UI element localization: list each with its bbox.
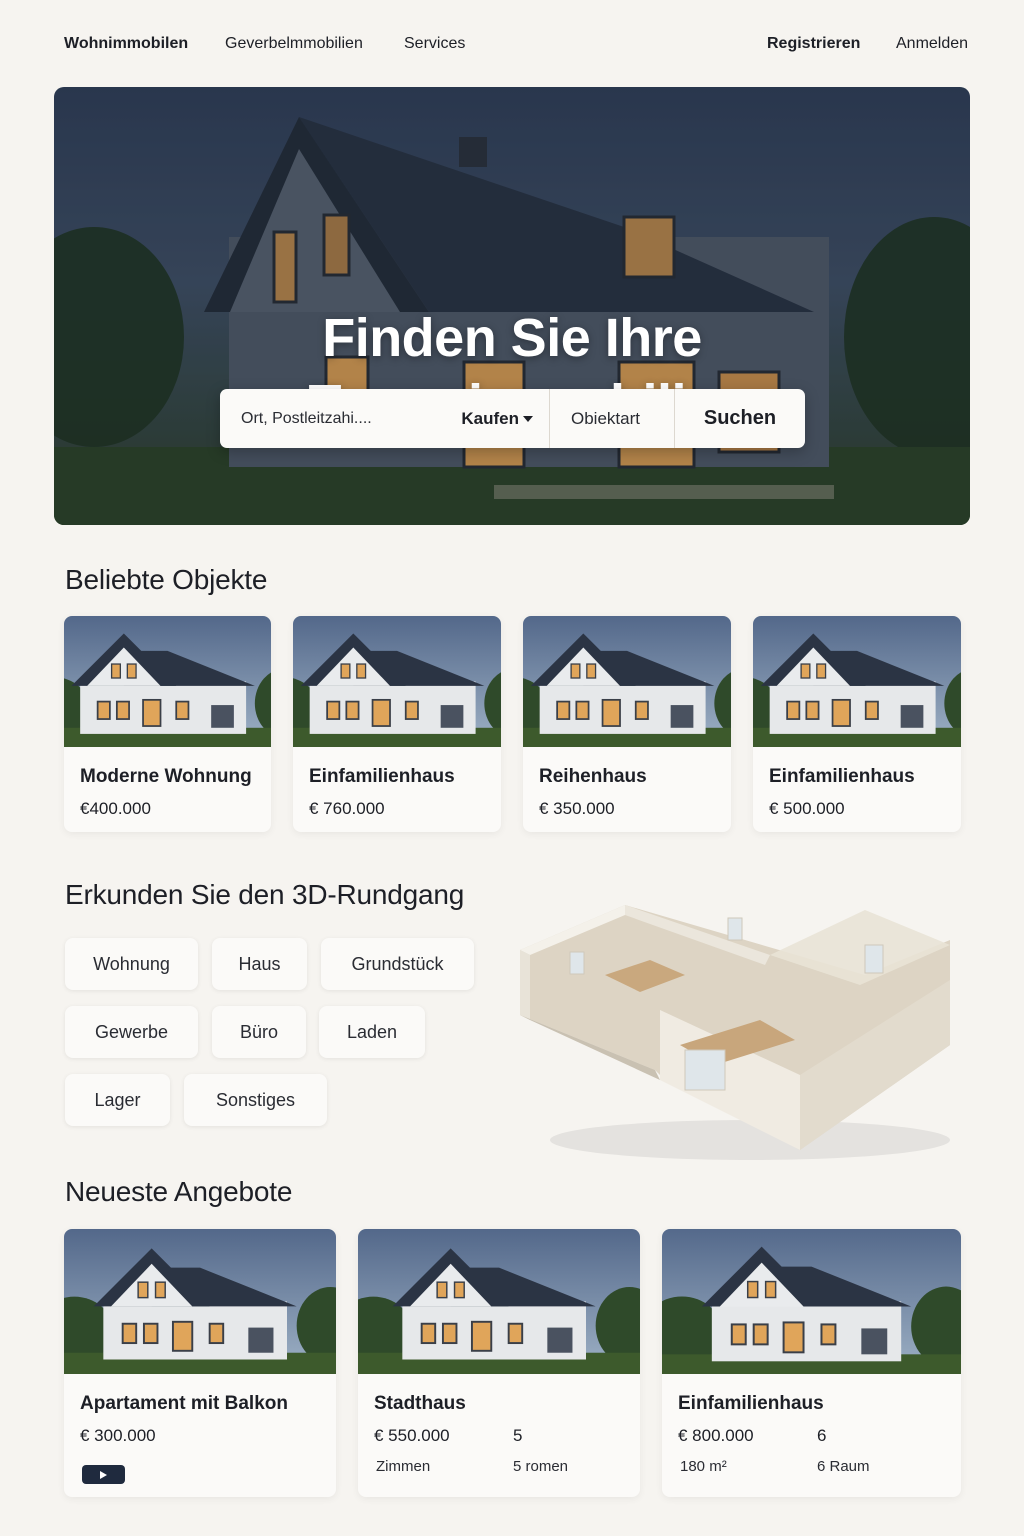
play-icon	[100, 1470, 107, 1479]
location-search-input[interactable]	[220, 389, 440, 448]
nav-link-gewerbeimmobilien[interactable]: Geverbelmmobilien	[225, 35, 363, 53]
property-image	[293, 616, 501, 747]
living-area: 180 m²	[680, 1458, 727, 1475]
chip-lager[interactable]: Lager	[65, 1074, 170, 1126]
listing-card[interactable]: Einfamilienhaus € 800.000 6 180 m² 6 Rau…	[662, 1229, 961, 1497]
property-title: Reihenhaus	[539, 766, 647, 787]
property-title: Einfamilienhaus	[678, 1393, 824, 1414]
room-count: 5	[513, 1426, 523, 1445]
search-bar: Kaufen Obiektart Suchen	[220, 389, 805, 448]
nav-link-services[interactable]: Services	[404, 35, 465, 53]
chip-grundstueck[interactable]: Grundstück	[321, 938, 474, 990]
property-type-select[interactable]: Obiektart	[550, 389, 675, 448]
video-play-button[interactable]	[82, 1465, 125, 1484]
listing-card[interactable]: Stadthaus € 550.000 5 Zimmen 5 romen	[358, 1229, 640, 1497]
property-title: Stadthaus	[374, 1393, 466, 1414]
search-button[interactable]: Suchen	[675, 389, 805, 448]
rooms-detail: 5 romen	[513, 1458, 569, 1475]
3d-floorplan-image[interactable]	[510, 880, 970, 1170]
hero-title-line-1: Finden Sie Ihre	[322, 308, 702, 368]
rooms-detail: 6 Raum	[817, 1458, 870, 1475]
chip-laden[interactable]: Laden	[319, 1006, 425, 1058]
property-image	[358, 1229, 640, 1374]
chip-wohnung[interactable]: Wohnung	[65, 938, 198, 990]
purchase-mode-label: Kaufen	[461, 408, 519, 428]
property-title: Einfamilienhaus	[769, 766, 915, 787]
property-image	[753, 616, 961, 747]
property-price: € 550.000	[374, 1426, 450, 1445]
property-price: €400.000	[80, 799, 151, 818]
property-image	[64, 616, 271, 747]
property-title: Apartament mit Balkon	[80, 1393, 288, 1414]
property-price: € 500.000	[769, 799, 845, 818]
newest-section-title: Neueste Angebote	[65, 1176, 293, 1207]
property-image	[523, 616, 731, 747]
popular-card[interactable]: Einfamilienhaus € 500.000	[753, 616, 961, 832]
tour-section-title: Erkunden Sie den 3D-Rundgang	[65, 879, 465, 910]
property-price: € 350.000	[539, 799, 615, 818]
popular-section-title: Beliebte Objekte	[65, 564, 268, 595]
purchase-mode-dropdown[interactable]: Kaufen	[440, 389, 550, 448]
room-count: 6	[817, 1426, 827, 1445]
popular-card[interactable]: Einfamilienhaus € 760.000	[293, 616, 501, 832]
property-image	[662, 1229, 961, 1374]
listing-card[interactable]: Apartament mit Balkon € 300.000	[64, 1229, 336, 1497]
caret-down-icon	[523, 415, 533, 422]
login-link[interactable]: Anmelden	[896, 35, 968, 53]
chip-buero[interactable]: Büro	[212, 1006, 306, 1058]
property-title: Einfamilienhaus	[309, 766, 455, 787]
chip-sonstiges[interactable]: Sonstiges	[184, 1074, 327, 1126]
property-title: Moderne Wohnung	[80, 766, 252, 787]
popular-card[interactable]: Moderne Wohnung €400.000	[64, 616, 271, 832]
property-type-label: Obiektart	[571, 408, 640, 428]
chip-haus[interactable]: Haus	[212, 938, 307, 990]
chip-gewerbe[interactable]: Gewerbe	[65, 1006, 198, 1058]
rooms-label: Zimmen	[376, 1458, 431, 1475]
nav-link-wohnimmobilien[interactable]: Wohnimmobilen	[64, 35, 188, 53]
top-navigation: Wohnimmobilen Geverbelmmobilien Services…	[0, 0, 1024, 90]
property-price: € 760.000	[309, 799, 385, 818]
property-image	[64, 1229, 336, 1374]
property-price: € 800.000	[678, 1426, 754, 1445]
popular-card[interactable]: Reihenhaus € 350.000	[523, 616, 731, 832]
register-link[interactable]: Registrieren	[767, 35, 860, 53]
property-price: € 300.000	[80, 1426, 156, 1445]
hero-banner: Finden Sie Ihre Traumimmobilie Kaufen Ob…	[54, 87, 970, 525]
